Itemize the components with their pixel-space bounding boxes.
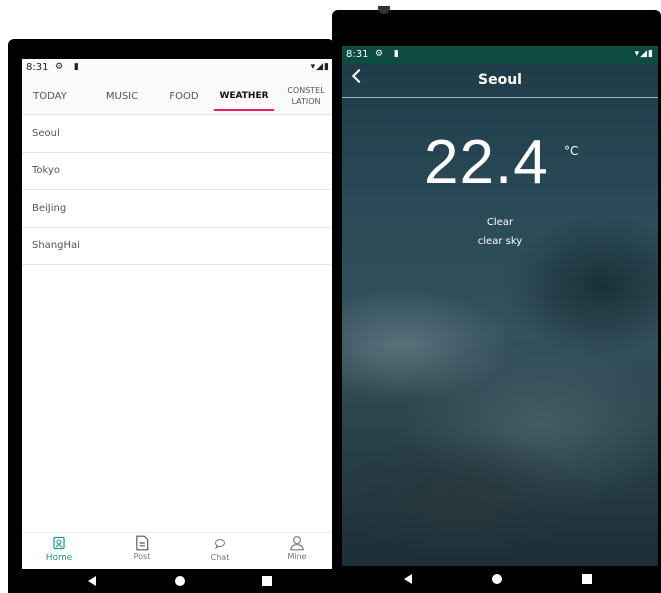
bottom-navigation: Home Post Chat Mine	[22, 532, 334, 569]
right-phone-frame: 8:31 ⚙ ▮ ▾◢▮ Seoul 22.4 °C Clear clear s…	[332, 6, 661, 593]
left-phone-screen: 8:31 ⚙ ▮ ▾◢▮ TODAY MUSIC FOOD WEATHER CO…	[22, 59, 334, 569]
city-item-beijing[interactable]: BeiJing	[22, 190, 334, 228]
status-bar: 8:31 ⚙ ▮ ▾◢▮	[342, 46, 658, 64]
status-left-icons: ⚙ ▮	[375, 49, 403, 59]
city-list: Seoul Tokyo BeiJing ShangHai	[22, 115, 334, 265]
tab-label: FOOD	[169, 90, 199, 102]
status-time: 8:31	[26, 62, 49, 73]
status-right-icons: ▾◢▮	[310, 62, 330, 72]
city-label: BeiJing	[32, 202, 67, 214]
back-icon[interactable]	[404, 574, 412, 584]
back-icon[interactable]	[88, 576, 96, 586]
weather-detail-screen: 8:31 ⚙ ▮ ▾◢▮ Seoul 22.4 °C Clear clear s…	[342, 46, 658, 566]
city-title: Seoul	[478, 72, 522, 88]
weather-condition: Clear	[486, 217, 514, 228]
recents-icon[interactable]	[582, 574, 592, 584]
nav-post-label: Post	[133, 552, 151, 561]
home-circle-icon[interactable]	[492, 574, 502, 584]
tab-music[interactable]: MUSIC	[100, 77, 144, 115]
tab-food[interactable]: FOOD	[164, 77, 204, 115]
city-label: Seoul	[32, 127, 60, 139]
recents-icon[interactable]	[262, 576, 272, 586]
screenshot-stage: 8:31 ⚙ ▮ ▾◢▮ TODAY MUSIC FOOD WEATHER CO…	[0, 0, 661, 593]
toolbar: Seoul	[342, 64, 658, 98]
tab-label: TODAY	[33, 90, 67, 102]
status-bar: 8:31 ⚙ ▮ ▾◢▮	[22, 59, 334, 77]
city-item-tokyo[interactable]: Tokyo	[22, 153, 334, 190]
post-icon	[136, 535, 149, 551]
nav-mine-label: Mine	[287, 552, 307, 561]
system-navigation-bar	[342, 566, 658, 593]
city-item-shanghai[interactable]: ShangHai	[22, 228, 334, 265]
person-icon	[290, 536, 304, 551]
camera-notch	[378, 6, 390, 14]
left-phone-frame: 8:31 ⚙ ▮ ▾◢▮ TODAY MUSIC FOOD WEATHER CO…	[8, 39, 334, 593]
temperature-unit: °C	[564, 144, 579, 158]
city-item-seoul[interactable]: Seoul	[22, 115, 334, 153]
city-label: Tokyo	[32, 165, 60, 177]
nav-mine[interactable]: Mine	[267, 533, 327, 570]
home-circle-icon[interactable]	[175, 576, 185, 586]
status-right-icons: ▾◢▮	[634, 49, 654, 59]
system-navigation-bar	[22, 569, 334, 593]
city-label: ShangHai	[32, 240, 80, 252]
tab-weather[interactable]: WEATHER	[212, 77, 276, 115]
chat-icon	[215, 539, 225, 550]
nav-home-label: Home	[45, 553, 73, 563]
tab-constellation[interactable]: CONSTEL LATION	[284, 77, 328, 115]
temperature-value: 22.4	[424, 128, 549, 197]
status-left-icons: ⚙ ▮	[55, 62, 83, 72]
weather-description: clear sky	[477, 236, 523, 247]
home-icon	[53, 536, 65, 550]
nav-chat[interactable]: Chat	[190, 533, 250, 570]
tab-label: WEATHER	[219, 90, 269, 101]
nav-home[interactable]: Home	[29, 533, 89, 570]
category-tabs: TODAY MUSIC FOOD WEATHER CONSTEL LATION	[22, 77, 334, 115]
nav-post[interactable]: Post	[112, 533, 172, 570]
tab-today[interactable]: TODAY	[28, 77, 72, 115]
tab-label: CONSTEL LATION	[287, 86, 325, 106]
nav-chat-label: Chat	[210, 553, 230, 562]
status-time: 8:31	[346, 49, 369, 60]
tab-label: MUSIC	[105, 90, 139, 102]
